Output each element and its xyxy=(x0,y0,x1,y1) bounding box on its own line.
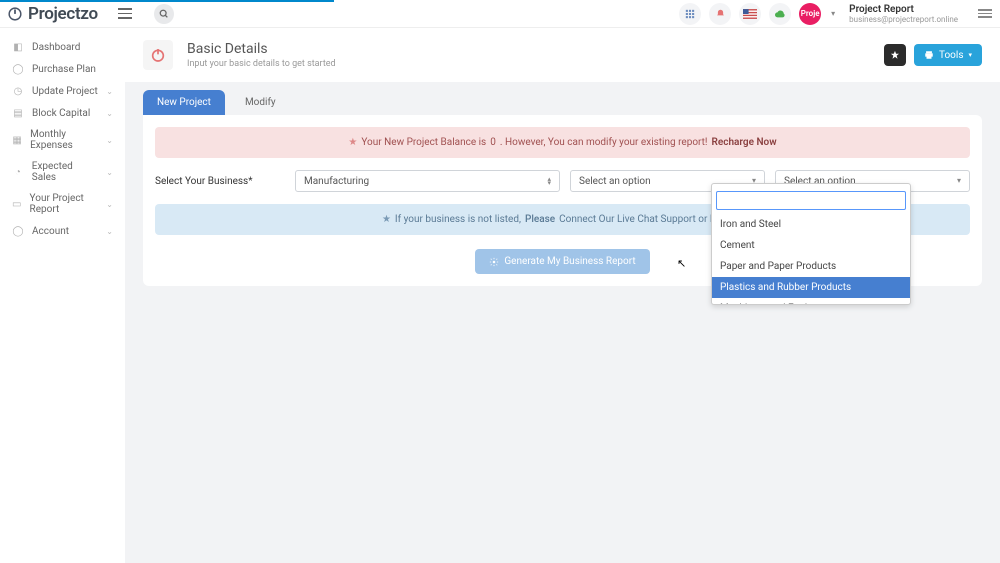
chevron-down-icon: ⌄ xyxy=(106,136,113,145)
sidebar-item-account[interactable]: ◯ Account ⌄ xyxy=(0,220,125,242)
flag-us-icon xyxy=(743,9,757,19)
sidebar-item-purchase-plan[interactable]: ◯ Purchase Plan xyxy=(0,58,125,80)
loading-progress-bar xyxy=(0,0,334,2)
dropdown-option[interactable]: Machinery and Equipment xyxy=(712,298,910,304)
user-avatar[interactable]: Proje xyxy=(799,3,821,25)
tools-button[interactable]: Tools ▾ xyxy=(914,44,982,66)
header-right-area: Proje ▾ Project Report business@projectr… xyxy=(679,3,992,25)
star-button[interactable] xyxy=(884,44,906,66)
chevron-down-icon: ⌄ xyxy=(106,200,113,209)
brand-name: Projectzo xyxy=(28,4,98,24)
star-icon: ★ xyxy=(348,137,357,148)
chevron-down-icon: ⌄ xyxy=(106,168,113,177)
calendar-icon: ▦ xyxy=(12,134,22,146)
sidebar-item-label: Dashboard xyxy=(32,42,80,53)
print-icon xyxy=(924,50,934,60)
page-header: Basic Details Input your basic details t… xyxy=(125,28,1000,82)
sidebar-item-label: Expected Sales xyxy=(32,161,99,183)
sidebar-item-block-capital[interactable]: ▤ Block Capital ⌄ xyxy=(0,102,125,124)
business-category-select[interactable]: Manufacturing ▴▾ xyxy=(295,170,560,192)
search-button[interactable] xyxy=(154,4,174,24)
cart-icon: ◯ xyxy=(12,63,24,75)
subcategory-dropdown: Iron and Steel Cement Paper and Paper Pr… xyxy=(711,183,911,305)
sidebar-item-dashboard[interactable]: ◧ Dashboard xyxy=(0,36,125,58)
block-icon: ▤ xyxy=(12,107,24,119)
sidebar-item-label: Your Project Report xyxy=(30,193,99,215)
sidebar-toggle-button[interactable] xyxy=(118,8,132,19)
page-icon-box xyxy=(143,40,173,70)
tab-new-project[interactable]: New Project xyxy=(143,90,225,115)
user-info: Project Report business@projectreport.on… xyxy=(849,4,958,24)
dashboard-icon: ◧ xyxy=(12,41,24,53)
balance-alert: ★ Your New Project Balance is 0. However… xyxy=(155,127,970,158)
chevron-down-icon: ⌄ xyxy=(106,87,113,96)
top-header: Projectzo Proje ▾ Project Report busines… xyxy=(0,0,1000,28)
sidebar-item-update-project[interactable]: ◷ Update Project ⌄ xyxy=(0,80,125,102)
power-icon xyxy=(150,47,166,63)
chevron-down-icon: ▾ xyxy=(968,51,972,59)
updown-arrows-icon: ▴▾ xyxy=(547,177,551,185)
sales-icon: ◔ xyxy=(12,166,24,178)
clock-icon: ◷ xyxy=(12,85,24,97)
report-icon: ▭ xyxy=(12,198,22,210)
brand-logo-icon xyxy=(8,7,22,21)
recharge-link[interactable]: Recharge Now xyxy=(712,137,777,148)
form-panel: ★ Your New Project Balance is 0. However… xyxy=(143,115,982,286)
sidebar-item-your-project-report[interactable]: ▭ Your Project Report ⌄ xyxy=(0,188,125,220)
bell-icon xyxy=(716,9,725,18)
star-icon: ★ xyxy=(382,214,391,225)
chevron-down-icon: ▾ xyxy=(957,179,961,184)
business-label: Select Your Business* xyxy=(155,176,285,187)
sidebar: ◧ Dashboard ◯ Purchase Plan ◷ Update Pro… xyxy=(0,28,125,563)
sidebar-item-label: Update Project xyxy=(32,86,98,97)
page-title: Basic Details xyxy=(187,41,336,57)
dropdown-option[interactable]: Plastics and Rubber Products xyxy=(712,277,910,298)
sidebar-item-label: Purchase Plan xyxy=(32,64,96,75)
apps-grid-icon xyxy=(685,9,695,19)
user-email: business@projectreport.online xyxy=(849,15,958,24)
dropdown-option[interactable]: Cement xyxy=(712,235,910,256)
search-icon xyxy=(159,9,169,19)
star-icon xyxy=(890,50,900,60)
user-icon: ◯ xyxy=(12,225,24,237)
apps-button[interactable] xyxy=(679,3,701,25)
notifications-button[interactable] xyxy=(709,3,731,25)
chevron-down-icon: ⌄ xyxy=(106,109,113,118)
more-button[interactable] xyxy=(978,9,992,18)
generate-report-button[interactable]: Generate My Business Report xyxy=(475,249,649,274)
chevron-down-icon: ⌄ xyxy=(106,227,113,236)
chevron-down-icon: ▾ xyxy=(831,9,835,18)
page-subtitle: Input your basic details to get started xyxy=(187,59,336,69)
language-button[interactable] xyxy=(739,3,761,25)
tabs: New Project Modify xyxy=(125,82,1000,115)
sidebar-item-expected-sales[interactable]: ◔ Expected Sales ⌄ xyxy=(0,156,125,188)
sidebar-item-label: Account xyxy=(32,226,69,237)
dropdown-options-list[interactable]: Iron and Steel Cement Paper and Paper Pr… xyxy=(712,214,910,304)
brand[interactable]: Projectzo xyxy=(8,4,98,24)
dropdown-search-input[interactable] xyxy=(716,191,906,210)
tab-modify[interactable]: Modify xyxy=(231,90,290,115)
cloud-icon xyxy=(775,10,785,18)
dropdown-option[interactable]: Iron and Steel xyxy=(712,214,910,235)
sidebar-item-label: Block Capital xyxy=(32,108,90,119)
sidebar-item-monthly-expenses[interactable]: ▦ Monthly Expenses ⌄ xyxy=(0,124,125,156)
gear-icon xyxy=(489,257,499,267)
user-name: Project Report xyxy=(849,4,958,15)
dropdown-option[interactable]: Paper and Paper Products xyxy=(712,256,910,277)
main-content: Basic Details Input your basic details t… xyxy=(125,28,1000,563)
sidebar-item-label: Monthly Expenses xyxy=(30,129,98,151)
status-button[interactable] xyxy=(769,3,791,25)
